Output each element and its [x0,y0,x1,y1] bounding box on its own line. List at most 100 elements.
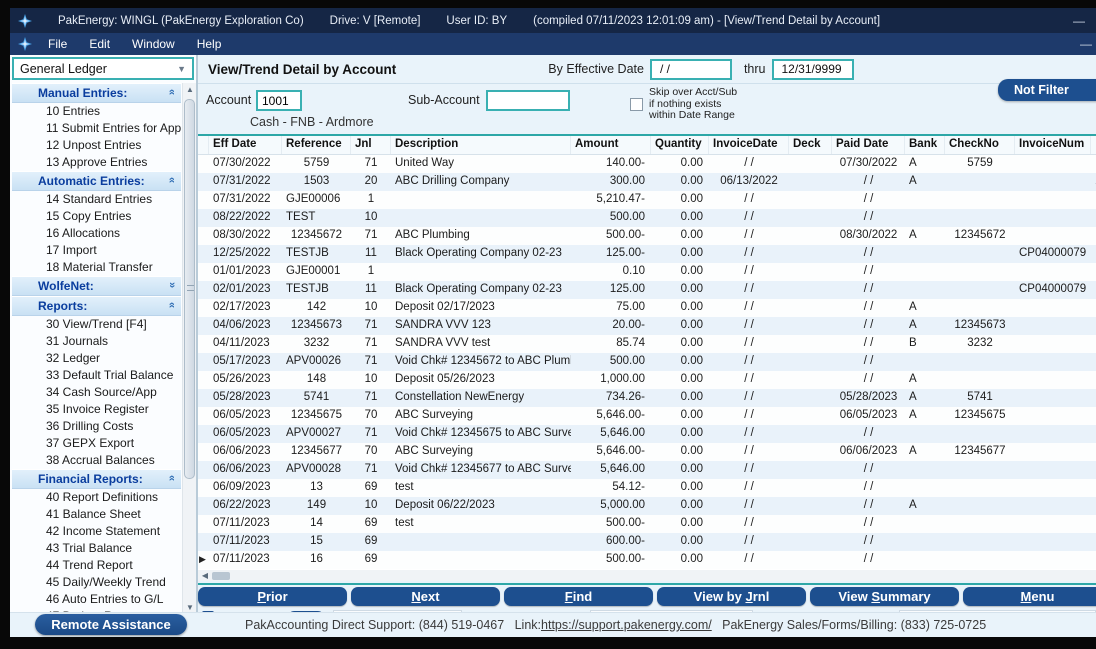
table-row[interactable]: 07/11/20231469test500.00-0.00/ // / [198,515,1096,533]
sidebar-item-10[interactable]: 10 Entries [12,103,181,120]
cell-extra [1091,209,1096,227]
cell-extra [1091,461,1096,479]
table-row[interactable]: 05/17/2023APV0002671Void Chk# 12345672 t… [198,353,1096,371]
sidebar-item-15[interactable]: 15 Copy Entries [12,208,181,225]
child-minimize-button[interactable]: — [1080,37,1092,51]
chevron-collapse-icon[interactable]: » [166,89,178,95]
app-logo-icon [18,14,32,28]
row-selector-header [198,136,209,154]
account-input[interactable]: 1001 [256,90,302,111]
table-row[interactable]: 08/22/2022TEST10500.000.00/ // / [198,209,1096,227]
cell-chk: 3232 [945,335,1015,353]
table-row[interactable]: 12/25/2022TESTJB11Black Operating Compan… [198,245,1096,263]
cell-qty: 0.00 [651,461,709,479]
table-row[interactable]: 04/06/20231234567371SANDRA VVV 12320.00-… [198,317,1096,335]
cell-extra [1091,551,1096,569]
remote-assistance-button[interactable]: Remote Assistance [35,614,187,635]
cell-paid: / / [832,245,905,263]
table-row[interactable]: 06/05/2023APV0002771Void Chk# 12345675 t… [198,425,1096,443]
sidebar-item-11[interactable]: 11 Submit Entries for Approval [12,120,181,137]
table-row[interactable]: 05/28/2023574171Constellation NewEnergy7… [198,389,1096,407]
cell-desc [391,533,571,551]
find-button[interactable]: Find [504,587,653,606]
table-row[interactable]: 05/26/202314810Deposit 05/26/20231,000.0… [198,371,1096,389]
sidebar-item-33[interactable]: 33 Default Trial Balance [12,367,181,384]
menu-item-file[interactable]: File [48,37,67,51]
sidebar-item-40[interactable]: 40 Report Definitions [12,489,181,506]
sidebar-item-42[interactable]: 42 Income Statement [12,523,181,540]
table-row[interactable]: 04/11/2023323271SANDRA VVV test85.740.00… [198,335,1096,353]
next-button[interactable]: Next [351,587,500,606]
subaccount-input[interactable] [486,90,570,111]
sidebar-item-38[interactable]: 38 Accrual Balances [12,452,181,469]
sidebar-item-18[interactable]: 18 Material Transfer [12,259,181,276]
cell-extra [1091,515,1096,533]
sidebar-section-wolfenet[interactable]: WolfeNet:» [12,276,181,296]
table-row[interactable]: 07/31/2022150320ABC Drilling Company300.… [198,173,1096,191]
sidebar-item-14[interactable]: 14 Standard Entries [12,191,181,208]
sidebar-item-41[interactable]: 41 Balance Sheet [12,506,181,523]
sidebar-section-reports[interactable]: Reports:» [12,296,181,316]
sidebar-item-17[interactable]: 17 Import [12,242,181,259]
scroll-left-icon[interactable]: ◀ [198,571,212,580]
sidebar-item-12[interactable]: 12 Unpost Entries [12,137,181,154]
table-row[interactable]: 06/05/20231234567570ABC Surveying5,646.0… [198,407,1096,425]
support-link[interactable]: https://support.pakenergy.com/ [541,618,712,632]
table-row[interactable]: 06/09/20231369test54.12-0.00/ // / [198,479,1096,497]
table-row[interactable]: 06/22/202314910Deposit 06/22/20235,000.0… [198,497,1096,515]
view-summary-button[interactable]: View Summary [810,587,959,606]
grid-hscroll-thumb[interactable] [212,572,230,580]
table-row[interactable]: 06/06/2023APV0002871Void Chk# 12345677 t… [198,461,1096,479]
chevron-expand-icon[interactable]: » [166,282,178,288]
sidebar-item-46[interactable]: 46 Auto Entries to G/L [12,591,181,608]
sidebar-item-32[interactable]: 32 Ledger [12,350,181,367]
scroll-up-icon[interactable]: ▲ [183,83,197,97]
module-selector-dropdown[interactable]: General Ledger ▼ [12,57,194,80]
menu-item-edit[interactable]: Edit [89,37,110,51]
sidebar-item-36[interactable]: 36 Drilling Costs [12,418,181,435]
sidebar-item-31[interactable]: 31 Journals [12,333,181,350]
sidebar-item-45[interactable]: 45 Daily/Weekly Trend [12,574,181,591]
sidebar-item-30[interactable]: 30 View/Trend [F4] [12,316,181,333]
sidebar-item-37[interactable]: 37 GEPX Export [12,435,181,452]
menu-item-help[interactable]: Help [197,37,222,51]
sidebar-item-43[interactable]: 43 Trial Balance [12,540,181,557]
table-row[interactable]: 08/30/20221234567271ABC Plumbing500.00-0… [198,227,1096,245]
table-row[interactable]: ▶07/11/20231669500.00-0.00/ // / [198,551,1096,569]
menu-button[interactable]: Menu [963,587,1096,606]
table-row[interactable]: 06/06/20231234567770ABC Surveying5,646.0… [198,443,1096,461]
cell-jnl: 20 [351,173,391,191]
table-row[interactable]: 02/17/202314210Deposit 02/17/202375.000.… [198,299,1096,317]
chevron-collapse-icon[interactable]: » [166,302,178,308]
table-row[interactable]: 02/01/2023TESTJB11Black Operating Compan… [198,281,1096,299]
table-row[interactable]: 07/31/2022GJE0000615,210.47-0.00/ // / [198,191,1096,209]
table-row[interactable]: 01/01/2023GJE0000110.100.00/ // / [198,263,1096,281]
date-to-input[interactable]: 12/31/9999 [772,59,854,80]
cell-inv: / / [709,551,789,569]
sidebar-item-16[interactable]: 16 Allocations [12,225,181,242]
sidebar-section-financialreports[interactable]: Financial Reports:» [12,469,181,489]
menu-item-window[interactable]: Window [132,37,175,51]
prior-button[interactable]: Prior [198,587,347,606]
chevron-collapse-icon[interactable]: » [166,177,178,183]
sidebar-section-manualentries[interactable]: Manual Entries:» [12,83,181,103]
date-from-input[interactable]: / / [650,59,732,80]
sidebar-item-13[interactable]: 13 Approve Entries [12,154,181,171]
chevron-collapse-icon[interactable]: » [166,475,178,481]
cell-ref: 12345675 [282,407,351,425]
minimize-button[interactable]: — [1073,14,1084,28]
sidebar-item-35[interactable]: 35 Invoice Register [12,401,181,418]
not-filter-button[interactable]: Not Filter [998,79,1096,101]
cell-inv: / / [709,389,789,407]
table-row[interactable]: 07/30/2022575971United Way140.00-0.00/ /… [198,155,1096,173]
grid-hscrollbar[interactable]: ◀ [198,570,1096,581]
view-by-jrnl-button[interactable]: View by Jrnl [657,587,806,606]
sidebar-item-44[interactable]: 44 Trend Report [12,557,181,574]
sidebar-section-automaticentries[interactable]: Automatic Entries:» [12,171,181,191]
sidebar-item-34[interactable]: 34 Cash Source/App [12,384,181,401]
sidebar-scroll-thumb[interactable] [184,99,195,479]
cell-amt: 54.12- [571,479,651,497]
sidebar-scrollbar[interactable]: ▲ ▼ [182,83,196,615]
skip-checkbox[interactable] [630,98,643,111]
table-row[interactable]: 07/11/20231569600.00-0.00/ // / [198,533,1096,551]
